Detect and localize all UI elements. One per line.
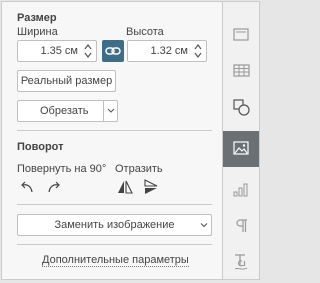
chart-settings-icon (233, 183, 248, 197)
rotation-section-title: Поворот (17, 141, 64, 153)
slide-settings-icon (233, 28, 249, 41)
paragraph-settings-button[interactable] (223, 208, 259, 244)
height-input[interactable]: 1.32 см (127, 40, 207, 62)
text-art-settings-icon (234, 254, 248, 270)
image-settings-button[interactable] (223, 131, 259, 167)
flip-label: Отразить (115, 163, 163, 175)
divider (17, 130, 212, 131)
width-input[interactable]: 1.35 см (17, 40, 97, 62)
right-settings-rail (222, 2, 259, 279)
divider (17, 204, 212, 205)
flip-vertical-icon[interactable] (143, 179, 159, 195)
chart-settings-button[interactable] (223, 172, 259, 208)
text-art-settings-button[interactable] (223, 244, 259, 280)
chevron-down-icon (200, 223, 208, 228)
rotate-label: Повернуть на 90° (17, 163, 107, 175)
crop-button-label: Обрезать (40, 105, 89, 117)
shape-settings-button[interactable] (223, 89, 259, 125)
divider (17, 244, 212, 245)
height-label: Высота (126, 26, 164, 38)
actual-size-button[interactable]: Реальный размер (17, 70, 116, 92)
flip-horizontal-icon[interactable] (117, 179, 133, 195)
paragraph-settings-icon (236, 219, 247, 232)
replace-image-button[interactable]: Заменить изображение (17, 214, 212, 236)
crop-button[interactable]: Обрезать (17, 100, 118, 122)
rotate-clockwise-icon[interactable] (46, 179, 62, 195)
image-settings-panel: Размер Ширина Высота 1.35 см 1.32 см Реа… (2, 2, 222, 279)
height-value: 1.32 см (150, 45, 188, 57)
shape-settings-icon (233, 99, 250, 116)
size-section-title: Размер (17, 12, 57, 24)
link-icon (105, 47, 121, 55)
width-label: Ширина (17, 26, 58, 38)
replace-image-label: Заменить изображение (54, 219, 175, 231)
slide-settings-button[interactable] (223, 17, 259, 53)
chevron-down-icon (107, 108, 115, 113)
constrain-proportions-button[interactable] (102, 40, 124, 62)
image-settings-icon (233, 141, 249, 155)
table-settings-button[interactable] (223, 53, 259, 89)
rotate-counterclockwise-icon[interactable] (19, 179, 35, 195)
spin-arrows-icon[interactable] (194, 43, 202, 59)
spin-arrows-icon[interactable] (84, 43, 92, 59)
crop-dropdown[interactable] (103, 101, 117, 121)
settings-window: Размер Ширина Высота 1.35 см 1.32 см Реа… (1, 1, 260, 280)
width-value: 1.35 см (40, 45, 78, 57)
table-settings-icon (233, 64, 250, 77)
advanced-settings-link[interactable]: Дополнительные параметры (42, 254, 189, 267)
